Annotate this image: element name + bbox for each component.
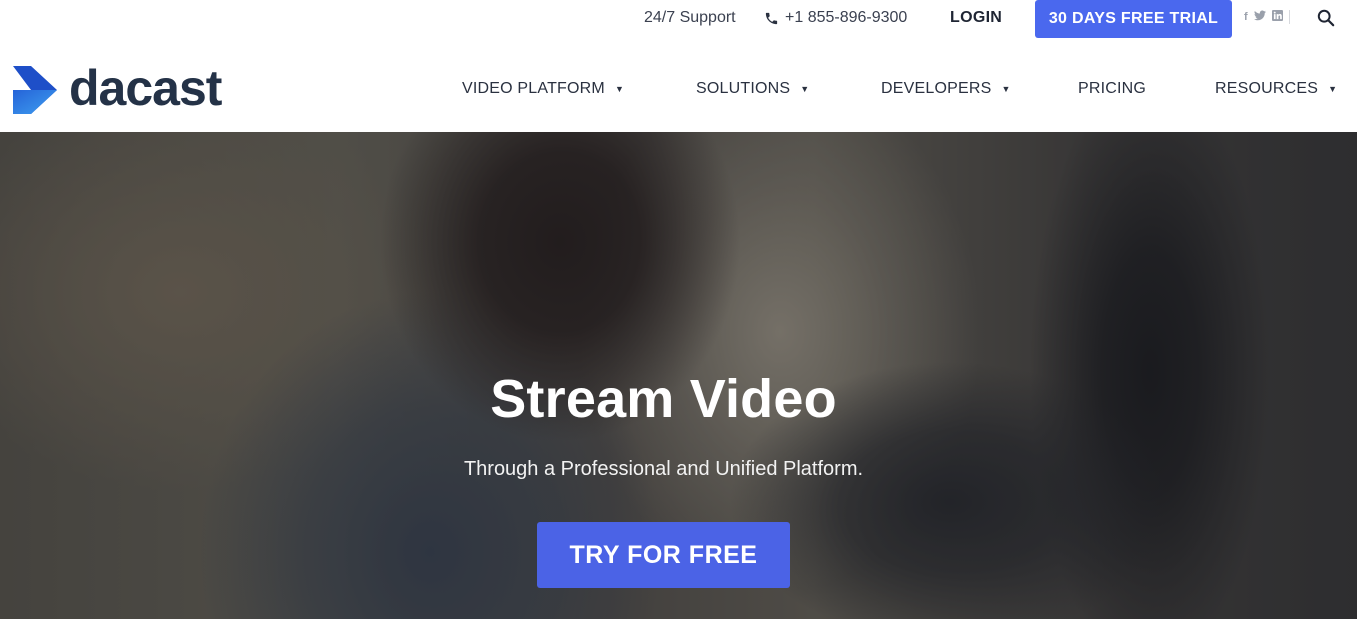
nav-pricing[interactable]: PRICING — [1078, 80, 1146, 98]
hero-title: Stream Video — [490, 369, 837, 429]
caret-down-icon: ▼ — [614, 84, 625, 94]
nav-resources[interactable]: RESOURCES ▼ — [1215, 80, 1337, 98]
search-icon[interactable] — [1317, 9, 1335, 27]
nav-video-platform[interactable]: VIDEO PLATFORM ▼ — [462, 80, 624, 98]
phone-number: +1 855-896-9300 — [785, 9, 908, 26]
main-nav: VIDEO PLATFORM ▼ SOLUTIONS ▼ DEVELOPERS … — [0, 80, 1357, 104]
linkedin-icon[interactable] — [1271, 10, 1283, 24]
caret-down-icon: ▼ — [1001, 84, 1011, 94]
nav-solutions[interactable]: SOLUTIONS ▼ — [696, 80, 809, 98]
caret-down-icon: ▼ — [1328, 84, 1338, 94]
divider — [1288, 10, 1290, 24]
phone-link[interactable]: +1 855-896-9300 — [764, 9, 907, 27]
login-link[interactable]: LOGIN — [950, 9, 1002, 27]
try-for-free-button[interactable]: TRY FOR FREE — [537, 522, 790, 588]
hero-subtitle: Through a Professional and Unified Platf… — [463, 458, 864, 480]
nav-label: DEVELOPERS — [881, 80, 992, 97]
nav-label: PRICING — [1078, 80, 1147, 97]
support-link[interactable]: 24/7 Support — [644, 9, 736, 27]
nav-label: VIDEO PLATFORM — [462, 80, 605, 97]
nav-label: SOLUTIONS — [696, 80, 791, 97]
caret-down-icon: ▼ — [800, 84, 810, 94]
phone-icon — [765, 12, 778, 24]
nav-developers[interactable]: DEVELOPERS ▼ — [881, 80, 1011, 98]
twitter-icon[interactable] — [1253, 10, 1266, 24]
facebook-icon[interactable]: f — [1244, 11, 1248, 23]
nav-label: RESOURCES — [1215, 80, 1319, 97]
top-bar: 24/7 Support +1 855-896-9300 LOGIN 30 DA… — [0, 0, 1357, 40]
social-links: f — [1244, 10, 1290, 24]
free-trial-button[interactable]: 30 DAYS FREE TRIAL — [1035, 0, 1232, 38]
